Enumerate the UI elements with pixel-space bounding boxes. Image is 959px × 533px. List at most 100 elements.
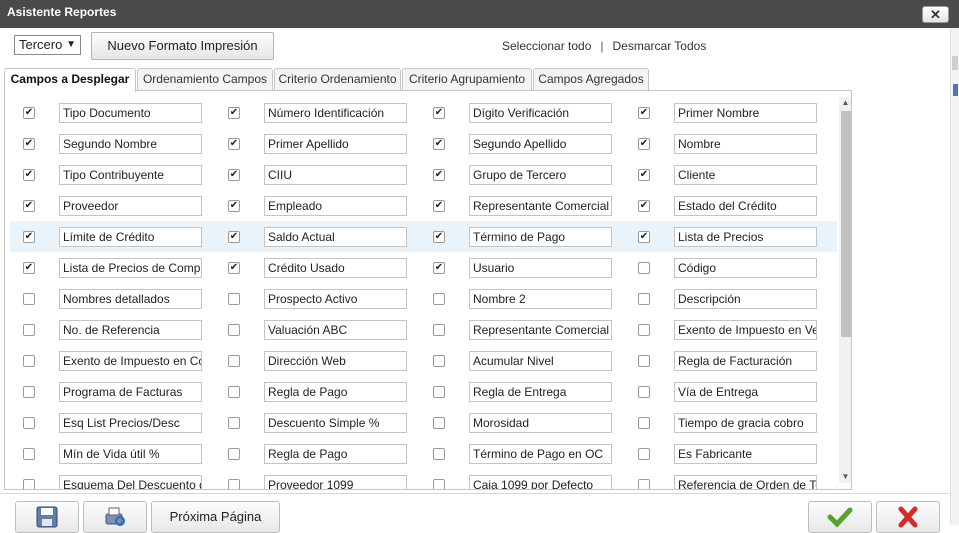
field-checkbox[interactable]: ✔	[638, 138, 650, 150]
scroll-down-icon[interactable]: ▼	[839, 471, 851, 483]
field-checkbox[interactable]	[228, 355, 240, 367]
field-checkbox[interactable]	[433, 324, 445, 336]
tab-campos-a-desplegar[interactable]: Campos a Desplegar	[4, 68, 136, 92]
field-label-input[interactable]: Regla de Pago	[264, 444, 407, 464]
field-checkbox[interactable]	[23, 293, 35, 305]
field-label-input[interactable]: Regla de Facturación	[674, 351, 817, 371]
cancel-button[interactable]	[876, 501, 940, 533]
field-label-input[interactable]: Término de Pago en OC	[469, 444, 612, 464]
field-checkbox[interactable]	[228, 479, 240, 489]
field-label-input[interactable]: Proveedor 1099	[264, 475, 407, 489]
field-checkbox[interactable]	[23, 417, 35, 429]
field-label-input[interactable]: Lista de Precios de Compra	[59, 258, 202, 278]
field-label-input[interactable]: Descripción	[674, 289, 817, 309]
field-label-input[interactable]: Prospecto Activo	[264, 289, 407, 309]
tab-ordenamiento-campos[interactable]: Ordenamiento Campos	[137, 68, 273, 91]
field-label-input[interactable]: Morosidad	[469, 413, 612, 433]
field-label-input[interactable]: Exento de Impuesto en Venta	[674, 320, 817, 340]
field-label-input[interactable]: Grupo de Tercero	[469, 165, 612, 185]
field-checkbox[interactable]	[433, 386, 445, 398]
field-label-input[interactable]: Regla de Pago	[264, 382, 407, 402]
field-checkbox[interactable]: ✔	[23, 262, 35, 274]
entity-select[interactable]: Tercero ▼	[14, 35, 81, 55]
field-checkbox[interactable]: ✔	[23, 200, 35, 212]
field-checkbox[interactable]	[23, 355, 35, 367]
field-checkbox[interactable]: ✔	[433, 200, 445, 212]
field-label-input[interactable]: Número Identificación	[264, 103, 407, 123]
field-checkbox[interactable]: ✔	[23, 138, 35, 150]
field-checkbox[interactable]	[638, 448, 650, 460]
field-label-input[interactable]: Saldo Actual	[264, 227, 407, 247]
field-checkbox[interactable]	[23, 386, 35, 398]
field-label-input[interactable]: Referencia de Orden de Tercero	[674, 475, 817, 489]
field-checkbox[interactable]	[228, 448, 240, 460]
save-button[interactable]	[15, 501, 79, 533]
field-label-input[interactable]: Primer Nombre	[674, 103, 817, 123]
field-checkbox[interactable]	[433, 355, 445, 367]
field-checkbox[interactable]: ✔	[228, 138, 240, 150]
field-label-input[interactable]: Tipo Contribuyente	[59, 165, 202, 185]
field-label-input[interactable]: Programa de Facturas	[59, 382, 202, 402]
field-checkbox[interactable]	[228, 293, 240, 305]
field-checkbox[interactable]: ✔	[23, 169, 35, 181]
field-checkbox[interactable]: ✔	[638, 200, 650, 212]
field-checkbox[interactable]: ✔	[228, 200, 240, 212]
field-checkbox[interactable]	[638, 262, 650, 274]
field-label-input[interactable]: Acumular Nivel	[469, 351, 612, 371]
field-label-input[interactable]: Nombre	[674, 134, 817, 154]
vertical-scrollbar[interactable]: ▲ ▼	[839, 97, 851, 483]
field-checkbox[interactable]: ✔	[228, 169, 240, 181]
field-label-input[interactable]: Tiempo de gracia cobro	[674, 413, 817, 433]
field-checkbox[interactable]: ✔	[638, 231, 650, 243]
field-label-input[interactable]: Término de Pago	[469, 227, 612, 247]
field-label-input[interactable]: Mín de Vida útil %	[59, 444, 202, 464]
field-label-input[interactable]: Es Fabricante	[674, 444, 817, 464]
field-checkbox[interactable]	[228, 324, 240, 336]
field-checkbox[interactable]: ✔	[433, 138, 445, 150]
field-checkbox[interactable]	[638, 386, 650, 398]
deselect-all-link[interactable]: Desmarcar Todos	[613, 39, 707, 53]
field-checkbox[interactable]: ✔	[638, 169, 650, 181]
field-label-input[interactable]: Dirección Web	[264, 351, 407, 371]
field-label-input[interactable]: Nombres detallados	[59, 289, 202, 309]
field-checkbox[interactable]	[228, 417, 240, 429]
field-checkbox[interactable]: ✔	[433, 107, 445, 119]
field-checkbox[interactable]: ✔	[228, 107, 240, 119]
field-label-input[interactable]: Vía de Entrega	[674, 382, 817, 402]
field-label-input[interactable]: Esquema Del Descuento de	[59, 475, 202, 489]
field-checkbox[interactable]	[433, 448, 445, 460]
field-label-input[interactable]: Empleado	[264, 196, 407, 216]
field-checkbox[interactable]	[638, 355, 650, 367]
field-checkbox[interactable]	[23, 448, 35, 460]
field-label-input[interactable]: Segundo Apellido	[469, 134, 612, 154]
field-label-input[interactable]: Estado del Crédito	[674, 196, 817, 216]
field-label-input[interactable]: Usuario	[469, 258, 612, 278]
select-all-link[interactable]: Seleccionar todo	[502, 39, 591, 53]
field-label-input[interactable]: Dígito Verificación	[469, 103, 612, 123]
close-button[interactable]: ✕	[922, 6, 949, 23]
field-label-input[interactable]: Nombre 2	[469, 289, 612, 309]
accept-button[interactable]	[808, 501, 872, 533]
field-checkbox[interactable]	[23, 324, 35, 336]
field-label-input[interactable]: Tipo Documento	[59, 103, 202, 123]
field-checkbox[interactable]	[638, 417, 650, 429]
field-label-input[interactable]: Regla de Entrega	[469, 382, 612, 402]
field-checkbox[interactable]: ✔	[23, 231, 35, 243]
field-label-input[interactable]: Primer Apellido	[264, 134, 407, 154]
scroll-thumb[interactable]	[841, 111, 851, 337]
new-print-format-button[interactable]: Nuevo Formato Impresión	[91, 32, 274, 60]
field-label-input[interactable]: Valuación ABC	[264, 320, 407, 340]
field-label-input[interactable]: Proveedor	[59, 196, 202, 216]
field-label-input[interactable]: Representante Comercial	[469, 320, 612, 340]
field-checkbox[interactable]: ✔	[228, 231, 240, 243]
field-checkbox[interactable]: ✔	[228, 262, 240, 274]
field-checkbox[interactable]	[433, 293, 445, 305]
field-label-input[interactable]: Cliente	[674, 165, 817, 185]
tab-criterio-agrupamiento[interactable]: Criterio Agrupamiento	[402, 68, 532, 91]
print-preview-button[interactable]	[83, 501, 147, 533]
field-label-input[interactable]: Esq List Precios/Desc	[59, 413, 202, 433]
field-checkbox[interactable]	[638, 293, 650, 305]
field-checkbox[interactable]	[433, 479, 445, 489]
field-checkbox[interactable]: ✔	[433, 231, 445, 243]
field-checkbox[interactable]: ✔	[23, 107, 35, 119]
